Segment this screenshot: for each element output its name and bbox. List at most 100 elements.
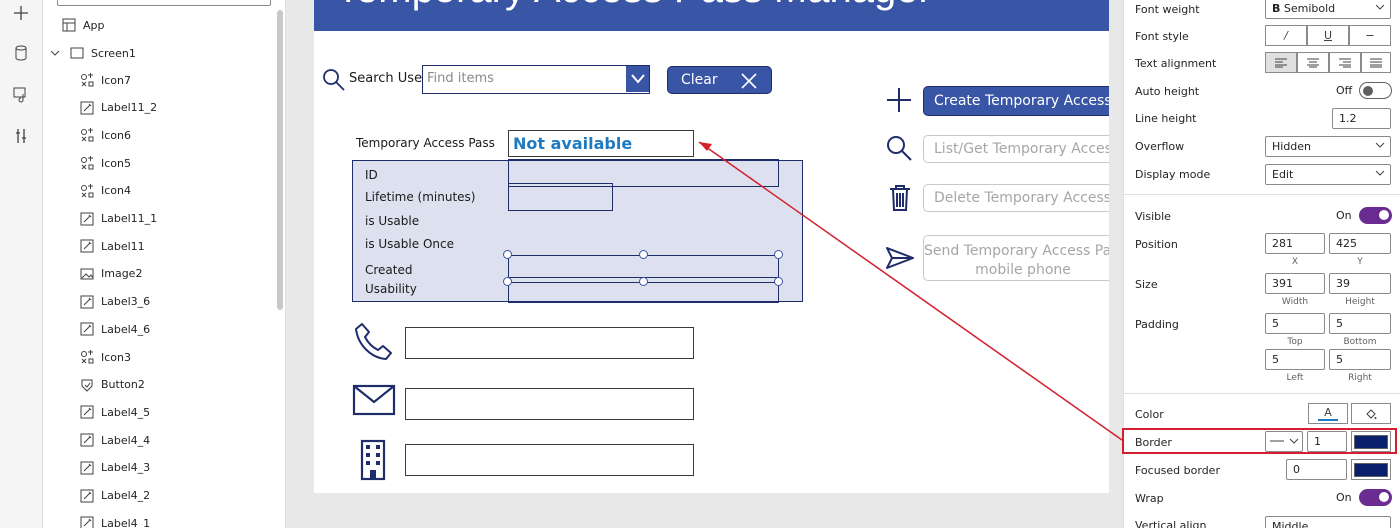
tree-item-icon4[interactable]: Icon4 bbox=[79, 178, 285, 204]
send-tap-sms-button[interactable]: Send Temporary Access Pass mobile phone bbox=[923, 235, 1109, 281]
chevron-down-icon bbox=[1375, 4, 1385, 10]
vertical-align-label: Vertical align bbox=[1135, 519, 1207, 528]
resize-handle[interactable] bbox=[639, 250, 648, 259]
tree-item-label4-6[interactable]: Label4_6 bbox=[79, 316, 285, 342]
label-control-icon bbox=[79, 100, 95, 116]
create-tap-button[interactable]: Create Temporary Access Pass bbox=[923, 86, 1109, 116]
chevron-down-icon[interactable] bbox=[47, 45, 63, 61]
send-icon[interactable] bbox=[886, 247, 914, 272]
tap-value-label[interactable]: Not available bbox=[508, 130, 694, 157]
padding-left-input[interactable]: 5 bbox=[1265, 349, 1325, 370]
resize-handle[interactable] bbox=[774, 250, 783, 259]
chevron-down-icon[interactable] bbox=[626, 66, 649, 92]
search-icon[interactable] bbox=[322, 68, 346, 95]
padding-right-caption: Right bbox=[1348, 373, 1372, 383]
tree-item-screen1[interactable]: Screen1 bbox=[47, 40, 283, 66]
tree-item-icon7[interactable]: Icon7 bbox=[79, 67, 285, 93]
size-width-input[interactable]: 391 bbox=[1265, 273, 1325, 294]
align-right-icon[interactable] bbox=[1329, 52, 1361, 73]
resize-handle[interactable] bbox=[503, 277, 512, 286]
display-mode-value: Edit bbox=[1272, 168, 1294, 181]
position-y-input[interactable]: 425 bbox=[1329, 233, 1391, 254]
font-weight-select[interactable]: B Semibold bbox=[1265, 0, 1391, 19]
detail-is-usable-label: is Usable bbox=[365, 214, 420, 228]
label-control-icon bbox=[79, 211, 95, 227]
tree-item-icon6[interactable]: Icon6 bbox=[79, 122, 285, 148]
data-icon[interactable] bbox=[8, 40, 34, 66]
phone-icon bbox=[352, 320, 396, 364]
auto-height-label: Auto height bbox=[1135, 85, 1200, 98]
tree-item-button2[interactable]: Button2 bbox=[79, 372, 285, 398]
line-height-input[interactable]: 1.2 bbox=[1332, 108, 1391, 129]
underline-toggle[interactable]: U bbox=[1307, 25, 1349, 46]
office-location-field[interactable] bbox=[405, 444, 694, 476]
italic-toggle[interactable]: / bbox=[1265, 25, 1307, 46]
tree-item-app[interactable]: App bbox=[61, 12, 285, 38]
tree-search-input[interactable] bbox=[57, 0, 271, 6]
search-icon[interactable] bbox=[886, 135, 912, 164]
text-color-picker[interactable]: A bbox=[1308, 403, 1348, 424]
position-x-input[interactable]: 281 bbox=[1265, 233, 1325, 254]
tree-item-label11[interactable]: Label11 bbox=[79, 233, 285, 259]
get-tap-button[interactable]: List/Get Temporary Access Pass bbox=[923, 135, 1109, 163]
email-field[interactable] bbox=[405, 388, 694, 420]
align-center-icon[interactable] bbox=[1297, 52, 1329, 73]
resize-handle[interactable] bbox=[774, 277, 783, 286]
icon-control-icon bbox=[79, 155, 95, 171]
padding-top-input[interactable]: 5 bbox=[1265, 313, 1325, 334]
insert-icon[interactable] bbox=[8, 0, 34, 26]
tree-item-icon3[interactable]: Icon3 bbox=[79, 344, 285, 370]
position-x-caption: X bbox=[1291, 257, 1299, 267]
tree-item-label4-3[interactable]: Label4_3 bbox=[79, 455, 285, 481]
tree-item-label: Label11_1 bbox=[101, 212, 158, 225]
add-icon[interactable] bbox=[886, 87, 912, 116]
delete-tap-button[interactable]: Delete Temporary Access Pass bbox=[923, 184, 1109, 212]
trash-icon[interactable] bbox=[889, 184, 911, 215]
tree-item-label3-6[interactable]: Label3_6 bbox=[79, 289, 285, 315]
tree-view-panel: App Screen1 Icon7 Label11_2 Icon6 Icon5 Icon… bbox=[43, 0, 286, 528]
visible-state: On bbox=[1336, 209, 1352, 222]
overflow-select[interactable]: Hidden bbox=[1265, 136, 1391, 157]
user-search-combobox[interactable]: Find items bbox=[422, 65, 650, 94]
tree-item-icon5[interactable]: Icon5 bbox=[79, 150, 285, 176]
tree-item-label4-5[interactable]: Label4_5 bbox=[79, 399, 285, 425]
focused-border-color-picker[interactable] bbox=[1351, 459, 1391, 480]
tree-item-label4-1[interactable]: Label4_1 bbox=[79, 510, 285, 528]
fill-color-icon[interactable] bbox=[1351, 403, 1391, 424]
wrap-state: On bbox=[1336, 491, 1352, 504]
auto-height-toggle[interactable] bbox=[1359, 82, 1392, 99]
resize-handle[interactable] bbox=[503, 250, 512, 259]
title-bar: Temporary Access Pass Manager bbox=[314, 0, 1109, 31]
vertical-align-select[interactable]: Middle bbox=[1265, 516, 1391, 528]
focused-border-width-input[interactable]: 0 bbox=[1286, 459, 1347, 480]
wrap-toggle[interactable] bbox=[1359, 489, 1392, 506]
tree-item-image2[interactable]: Image2 bbox=[79, 261, 285, 287]
position-label: Position bbox=[1135, 238, 1178, 251]
get-tap-button-label: List/Get Temporary Access Pass bbox=[934, 141, 1109, 157]
media-icon[interactable] bbox=[8, 81, 34, 107]
text-alignment-label: Text alignment bbox=[1135, 57, 1217, 70]
tree-scrollbar[interactable] bbox=[277, 10, 283, 310]
phone-number-field[interactable] bbox=[405, 327, 694, 359]
align-justify-icon[interactable] bbox=[1361, 52, 1391, 73]
wrap-label: Wrap bbox=[1135, 492, 1164, 505]
padding-right-input[interactable]: 5 bbox=[1329, 349, 1391, 370]
strikethrough-toggle[interactable] bbox=[1349, 25, 1391, 46]
visible-toggle[interactable] bbox=[1359, 207, 1392, 224]
color-label: Color bbox=[1135, 408, 1164, 421]
tree-item-label4-2[interactable]: Label4_2 bbox=[79, 483, 285, 509]
align-left-icon[interactable] bbox=[1265, 52, 1297, 73]
detail-is-usable-once-label: is Usable Once bbox=[365, 237, 454, 251]
tools-icon[interactable] bbox=[8, 123, 34, 149]
tree-item-label: Label4_4 bbox=[101, 433, 151, 447]
create-tap-button-label: Create Temporary Access Pass bbox=[934, 93, 1109, 109]
detail-lifetime-value[interactable] bbox=[508, 183, 613, 211]
display-mode-select[interactable]: Edit bbox=[1265, 164, 1391, 185]
tree-item-label11-2[interactable]: Label11_2 bbox=[79, 95, 285, 121]
padding-bottom-input[interactable]: 5 bbox=[1329, 313, 1391, 334]
size-height-input[interactable]: 39 bbox=[1329, 273, 1391, 294]
tree-item-label11-1[interactable]: Label11_1 bbox=[79, 206, 285, 232]
tree-item-label4-4[interactable]: Label4_4 bbox=[79, 427, 285, 453]
clear-button[interactable]: Clear bbox=[667, 66, 772, 94]
resize-handle[interactable] bbox=[639, 277, 648, 286]
